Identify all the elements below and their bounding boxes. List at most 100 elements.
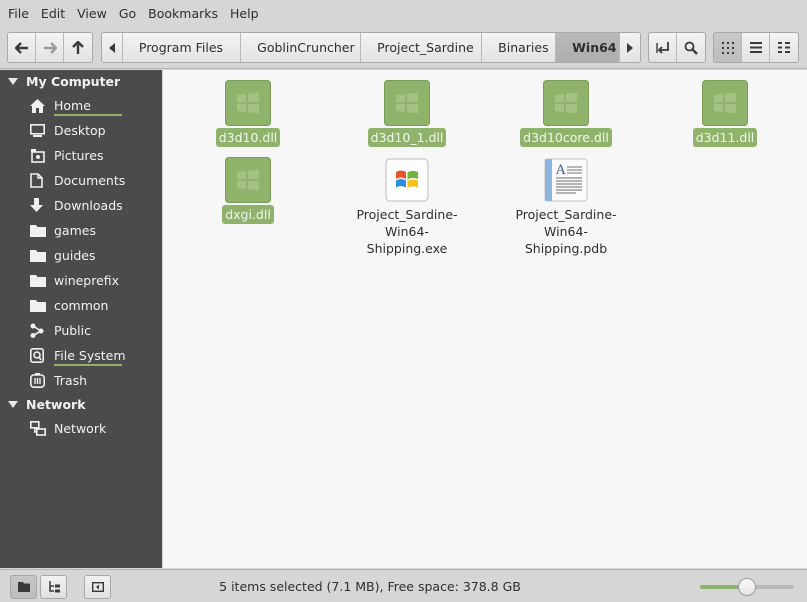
folder-icon bbox=[30, 225, 46, 237]
file-name: d3d10core.dll bbox=[520, 128, 612, 147]
sidebar-item-label: Downloads bbox=[54, 198, 123, 213]
sidebar-section-my-computer[interactable]: My Computer bbox=[0, 70, 120, 92]
status-bar: 5 items selected (7.1 MB), Free space: 3… bbox=[0, 569, 807, 602]
svg-text:A: A bbox=[555, 163, 566, 178]
sidebar-item-games[interactable]: games bbox=[0, 218, 162, 243]
sidebar-item-label: Public bbox=[54, 323, 91, 338]
sidebar-item-network[interactable]: Network bbox=[0, 416, 162, 441]
breadcrumb-project-sardine[interactable]: Project_Sardine bbox=[361, 33, 483, 62]
sidebar-item-label: wineprefix bbox=[54, 273, 120, 288]
sidebar-item-label: Home bbox=[54, 98, 91, 113]
trash-icon bbox=[30, 373, 45, 388]
sidebar-item-documents[interactable]: Documents bbox=[0, 168, 162, 193]
sidebar-item-public[interactable]: Public bbox=[0, 318, 162, 343]
breadcrumb-program-files[interactable]: Program Files bbox=[123, 33, 242, 62]
forward-button[interactable] bbox=[36, 33, 64, 62]
sidebar-item-label: Pictures bbox=[54, 148, 104, 163]
compact-list-icon bbox=[778, 42, 790, 53]
menu-view[interactable]: View bbox=[71, 0, 113, 27]
file-item-d3d10-1-dll[interactable]: d3d10_1.dll bbox=[332, 80, 482, 147]
file-name-line: Project_Sardine-Win64- bbox=[356, 207, 458, 239]
file-name: dxgi.dll bbox=[222, 205, 274, 224]
file-item-d3d11-dll[interactable]: d3d11.dll bbox=[650, 80, 800, 147]
file-name: Project_Sardine-Win64- Shipping.pdb bbox=[491, 205, 641, 258]
pictures-icon bbox=[31, 148, 45, 163]
breadcrumb-binaries[interactable]: Binaries bbox=[482, 33, 557, 62]
sidebar-item-label: Desktop bbox=[54, 123, 106, 138]
breadcrumb-scroll-right[interactable] bbox=[619, 33, 640, 62]
file-name: Project_Sardine-Win64- Shipping.exe bbox=[332, 205, 482, 258]
dll-icon bbox=[225, 80, 271, 126]
file-item-d3d10core-dll[interactable]: d3d10core.dll bbox=[491, 80, 641, 147]
folder-icon bbox=[30, 300, 46, 312]
file-item-dxgi-dll[interactable]: dxgi.dll bbox=[173, 157, 323, 224]
show-places-button[interactable] bbox=[10, 575, 37, 599]
file-name: d3d10_1.dll bbox=[367, 128, 447, 147]
search-icon bbox=[684, 41, 698, 55]
sidebar-section-network[interactable]: Network bbox=[0, 393, 86, 415]
sidebar-item-home[interactable]: Home bbox=[0, 93, 162, 118]
file-item-d3d10-dll[interactable]: d3d10.dll bbox=[173, 80, 323, 147]
disk-usage-bar bbox=[54, 364, 122, 366]
breadcrumb-scroll-left[interactable] bbox=[102, 33, 123, 62]
icon-view-button[interactable] bbox=[714, 33, 742, 62]
menu-help[interactable]: Help bbox=[224, 0, 265, 27]
menu-edit[interactable]: Edit bbox=[35, 0, 71, 27]
file-name: d3d11.dll bbox=[692, 128, 758, 147]
menu-bookmarks[interactable]: Bookmarks bbox=[142, 0, 224, 27]
drive-icon bbox=[30, 348, 44, 363]
toggle-location-entry-button[interactable] bbox=[649, 33, 677, 62]
desktop-icon bbox=[30, 124, 45, 137]
disk-usage-bar bbox=[54, 114, 122, 116]
dll-icon bbox=[384, 80, 430, 126]
breadcrumb-goblincruncher[interactable]: GoblinCruncher bbox=[241, 33, 362, 62]
sidebar-item-guides[interactable]: guides bbox=[0, 243, 162, 268]
file-item-project-sardine-exe[interactable]: Project_Sardine-Win64- Shipping.exe bbox=[332, 157, 482, 258]
breadcrumb-win64[interactable]: Win64 bbox=[556, 33, 620, 62]
grid-icon bbox=[721, 41, 734, 54]
up-button[interactable] bbox=[64, 33, 92, 62]
toggle-sidebar-button[interactable] bbox=[84, 575, 111, 599]
windows-exe-icon bbox=[384, 157, 430, 203]
share-icon bbox=[30, 323, 44, 338]
sidebar-item-wineprefix[interactable]: wineprefix bbox=[0, 268, 162, 293]
sidebar-item-desktop[interactable]: Desktop bbox=[0, 118, 162, 143]
folder-icon bbox=[30, 250, 46, 262]
menu-go[interactable]: Go bbox=[113, 0, 142, 27]
file-view[interactable]: d3d10.dll d3d10_1.dll d3d10core.dll d3d1… bbox=[163, 70, 807, 568]
chevron-left-icon bbox=[108, 42, 115, 53]
expanded-triangle-icon bbox=[8, 400, 18, 408]
places-icon bbox=[17, 582, 30, 592]
sidebar-section-title: Network bbox=[26, 396, 86, 412]
sidebar-item-downloads[interactable]: Downloads bbox=[0, 193, 162, 218]
menu-bar: File Edit View Go Bookmarks Help bbox=[0, 0, 807, 27]
file-name-line: Project_Sardine-Win64- bbox=[515, 207, 617, 239]
sidebar-section-title: My Computer bbox=[26, 73, 121, 89]
list-view-button[interactable] bbox=[742, 33, 770, 62]
documents-icon bbox=[30, 173, 43, 188]
menu-file[interactable]: File bbox=[2, 0, 35, 27]
zoom-slider-handle[interactable] bbox=[738, 578, 756, 596]
back-button[interactable] bbox=[8, 33, 36, 62]
sidebar-item-label: games bbox=[54, 223, 96, 238]
downloads-icon bbox=[30, 198, 43, 212]
up-arrow-icon bbox=[72, 40, 84, 54]
compact-view-button[interactable] bbox=[770, 33, 798, 62]
tree-icon bbox=[48, 581, 60, 593]
sidebar-item-label: Network bbox=[54, 421, 107, 436]
zoom-slider[interactable] bbox=[700, 578, 794, 596]
file-item-project-sardine-pdb[interactable]: A Project_Sardine-Win64- Shipping.pdb bbox=[491, 157, 641, 258]
toggle-sidebar-icon bbox=[91, 582, 104, 592]
sidebar-item-label: File System bbox=[54, 348, 126, 363]
search-button[interactable] bbox=[677, 33, 705, 62]
view-mode-buttons bbox=[713, 32, 799, 63]
sidebar: My Computer Home Desktop Pictures Docume… bbox=[0, 70, 162, 568]
sidebar-item-pictures[interactable]: Pictures bbox=[0, 143, 162, 168]
dll-icon bbox=[543, 80, 589, 126]
sidebar-item-common[interactable]: common bbox=[0, 293, 162, 318]
toolbar: Program Files GoblinCruncher Project_Sar… bbox=[0, 27, 807, 69]
sidebar-item-trash[interactable]: Trash bbox=[0, 368, 162, 393]
show-tree-button[interactable] bbox=[40, 575, 67, 599]
sidebar-item-file-system[interactable]: File System bbox=[0, 343, 162, 368]
dll-icon bbox=[702, 80, 748, 126]
